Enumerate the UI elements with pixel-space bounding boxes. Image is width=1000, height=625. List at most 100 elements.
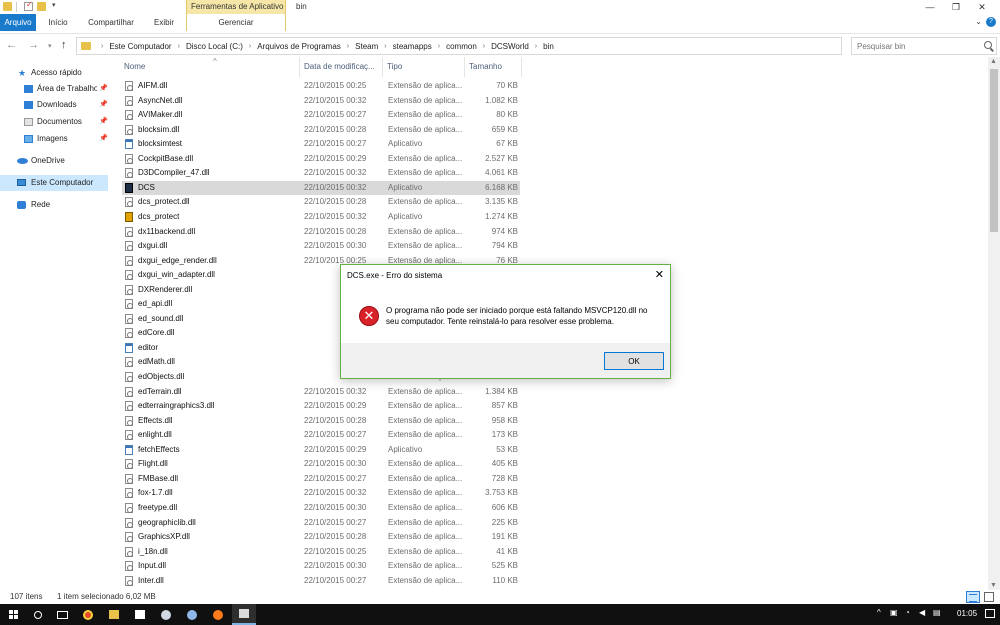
tab-exibir[interactable]: Exibir	[146, 14, 182, 31]
taskbar-app-dcs[interactable]	[180, 604, 204, 625]
search-taskbar-button[interactable]	[26, 604, 50, 625]
crumb-bin[interactable]: bin	[543, 42, 554, 51]
pin-icon[interactable]: 📌	[99, 81, 108, 97]
chevron-right-icon[interactable]: ›	[249, 43, 251, 50]
back-arrow-icon[interactable]: ←	[6, 39, 17, 51]
column-header-type[interactable]: Tipo	[383, 57, 465, 77]
file-row[interactable]: dxgui.dll 22/10/2015 00:30 Extensão de apl…	[122, 239, 520, 254]
keyboard-tray-icon[interactable]: ▤	[933, 608, 941, 617]
ok-button[interactable]: OK	[604, 352, 664, 370]
file-row[interactable]: i_18n.dll 22/10/2015 00:25 Extensão de apl…	[122, 545, 520, 560]
file-row[interactable]: dx11backend.dll 22/10/2015 00:28 Extensão …	[122, 225, 520, 240]
chevron-right-icon[interactable]: ›	[178, 43, 180, 50]
file-row[interactable]: blocksim.dll 22/10/2015 00:28 Extensão de …	[122, 123, 520, 138]
file-row[interactable]: edterraingraphics3.dll 22/10/2015 00:29 Ex…	[122, 399, 520, 414]
file-row[interactable]: Input.dll 22/10/2015 00:30 Extensão de apl…	[122, 559, 520, 574]
chevron-right-icon[interactable]: ›	[101, 43, 103, 50]
pin-icon[interactable]: 📌	[99, 114, 108, 130]
file-row[interactable]: dcs_protect 22/10/2015 00:32 Aplicativo 1.2…	[122, 210, 520, 225]
file-row[interactable]: Flight.dll 22/10/2015 00:30 Extensão de ap…	[122, 457, 520, 472]
column-header-name[interactable]: Nome ^	[120, 57, 300, 77]
wifi-tray-icon[interactable]: ◔	[905, 608, 910, 617]
chevron-right-icon[interactable]: ›	[438, 43, 440, 50]
help-icon[interactable]: ?	[986, 17, 996, 27]
task-view-button[interactable]	[50, 604, 74, 625]
show-hidden-icons-icon[interactable]: ^	[877, 608, 881, 617]
crumb-steamapps[interactable]: steamapps	[393, 42, 432, 51]
customize-quick-access-icon[interactable]: ▾	[52, 1, 56, 9]
taskbar-app-steam[interactable]	[154, 604, 178, 625]
taskbar-clock[interactable]: 01:05	[957, 609, 977, 618]
search-input[interactable]	[852, 38, 972, 54]
file-row[interactable]: enlight.dll 22/10/2015 00:27 Extensão de a…	[122, 428, 520, 443]
scroll-down-icon[interactable]: ▼	[990, 582, 997, 589]
crumb-arquivos-de-programas[interactable]: Arquivos de Programas	[257, 42, 341, 51]
pin-icon[interactable]: 📌	[99, 97, 108, 113]
file-row[interactable]: Inter.dll 22/10/2015 00:27 Extensão de apl…	[122, 574, 520, 589]
scroll-up-icon[interactable]: ▲	[990, 58, 997, 65]
file-row[interactable]: fetchEffects 22/10/2015 00:29 Aplicativo 53…	[122, 443, 520, 458]
file-row[interactable]: D3DCompiler_47.dll 22/10/2015 00:32 Extens…	[122, 166, 520, 181]
volume-tray-icon[interactable]: ◀	[919, 608, 925, 617]
taskbar-app-explorer-window[interactable]	[232, 604, 256, 625]
file-row[interactable]: dcs_protect.dll 22/10/2015 00:28 Extensão …	[122, 195, 520, 210]
vertical-scrollbar[interactable]: ▲ ▼	[988, 57, 1000, 590]
sidebar-item-area-de-trabalho[interactable]: Área de Trabalho 📌	[0, 81, 108, 97]
sidebar-item-imagens[interactable]: Imagens 📌	[0, 131, 108, 147]
dialog-close-button[interactable]: ✕	[655, 268, 664, 281]
network-tray-icon[interactable]: ▣	[890, 608, 898, 617]
file-row[interactable]: geographiclib.dll 22/10/2015 00:27 Extensã…	[122, 516, 520, 531]
sidebar-item-documentos[interactable]: Documentos 📌	[0, 114, 108, 130]
file-row[interactable]: AsyncNet.dll 22/10/2015 00:32 Extensão de …	[122, 94, 520, 109]
column-header-date[interactable]: Data de modificaç...	[300, 57, 383, 77]
close-window-button[interactable]: ✕	[968, 0, 996, 14]
scrollbar-thumb[interactable]	[990, 69, 998, 232]
tab-inicio[interactable]: Início	[40, 14, 76, 31]
file-row[interactable]: fox-1.7.dll 22/10/2015 00:32 Extensão de a…	[122, 486, 520, 501]
maximize-button[interactable]: ❐	[942, 0, 970, 14]
up-arrow-icon[interactable]: ↑	[61, 39, 67, 51]
tab-gerenciar[interactable]: Gerenciar	[186, 14, 286, 31]
recent-locations-icon[interactable]: ▾	[48, 42, 52, 50]
chevron-down-icon[interactable]: ⌄	[975, 17, 982, 26]
large-icons-view-icon[interactable]	[984, 592, 994, 602]
action-center-icon[interactable]	[985, 609, 995, 618]
file-row[interactable]: blocksimtest 22/10/2015 00:27 Aplicativo 67…	[122, 137, 520, 152]
chevron-right-icon[interactable]: ›	[483, 43, 485, 50]
address-bar[interactable]: › Este Computador › Disco Local (C:) › A…	[76, 37, 917, 55]
minimize-button[interactable]: —	[916, 0, 944, 14]
new-folder-icon[interactable]	[37, 2, 46, 11]
crumb-steam[interactable]: Steam	[355, 42, 378, 51]
file-row[interactable]: edTerrain.dll 22/10/2015 00:32 Extensão de…	[122, 385, 520, 400]
taskbar-app-gear[interactable]	[206, 604, 230, 625]
file-row[interactable]: AVIMaker.dll 22/10/2015 00:27 Extensão de …	[122, 108, 520, 123]
chevron-right-icon[interactable]: ›	[384, 43, 386, 50]
crumb-disco-local[interactable]: Disco Local (C:)	[186, 42, 243, 51]
forward-arrow-icon[interactable]: →	[28, 39, 39, 51]
details-view-icon[interactable]	[966, 591, 980, 603]
chevron-right-icon[interactable]: ›	[535, 43, 537, 50]
properties-icon[interactable]	[24, 0, 33, 11]
crumb-dcsworld[interactable]: DCSWorld	[491, 42, 529, 51]
file-row[interactable]: freetype.dll 22/10/2015 00:30 Extensão de …	[122, 501, 520, 516]
sidebar-item-acesso-rapido[interactable]: ★ Acesso rápido	[0, 65, 108, 81]
tab-compartilhar[interactable]: Compartilhar	[80, 14, 142, 31]
sidebar-item-downloads[interactable]: Downloads 📌	[0, 97, 108, 113]
chevron-right-icon[interactable]: ›	[347, 43, 349, 50]
file-row[interactable]: GraphicsXP.dll 22/10/2015 00:28 Extensão d…	[122, 530, 520, 545]
file-row[interactable]: FMBase.dll 22/10/2015 00:27 Extensão de ap…	[122, 472, 520, 487]
file-row[interactable]: AIFM.dll 22/10/2015 00:25 Extensão de apli…	[122, 79, 520, 94]
taskbar-app-store[interactable]	[128, 604, 152, 625]
sidebar-item-onedrive[interactable]: OneDrive	[0, 153, 108, 169]
pin-icon[interactable]: 📌	[99, 131, 108, 147]
file-row[interactable]: CockpitBase.dll 22/10/2015 00:29 Extensão …	[122, 152, 520, 167]
column-header-size[interactable]: Tamanho	[465, 57, 522, 77]
tab-arquivo[interactable]: Arquivo	[0, 14, 36, 31]
taskbar-app-chrome[interactable]	[76, 604, 100, 625]
crumb-common[interactable]: common	[446, 42, 477, 51]
file-row[interactable]: DCS 22/10/2015 00:32 Aplicativo 6.168 KB	[122, 180, 520, 196]
sidebar-item-rede[interactable]: Rede	[0, 197, 108, 213]
sidebar-item-este-computador[interactable]: Este Computador	[0, 175, 108, 191]
crumb-este-computador[interactable]: Este Computador	[109, 42, 171, 51]
start-button[interactable]	[2, 604, 26, 625]
